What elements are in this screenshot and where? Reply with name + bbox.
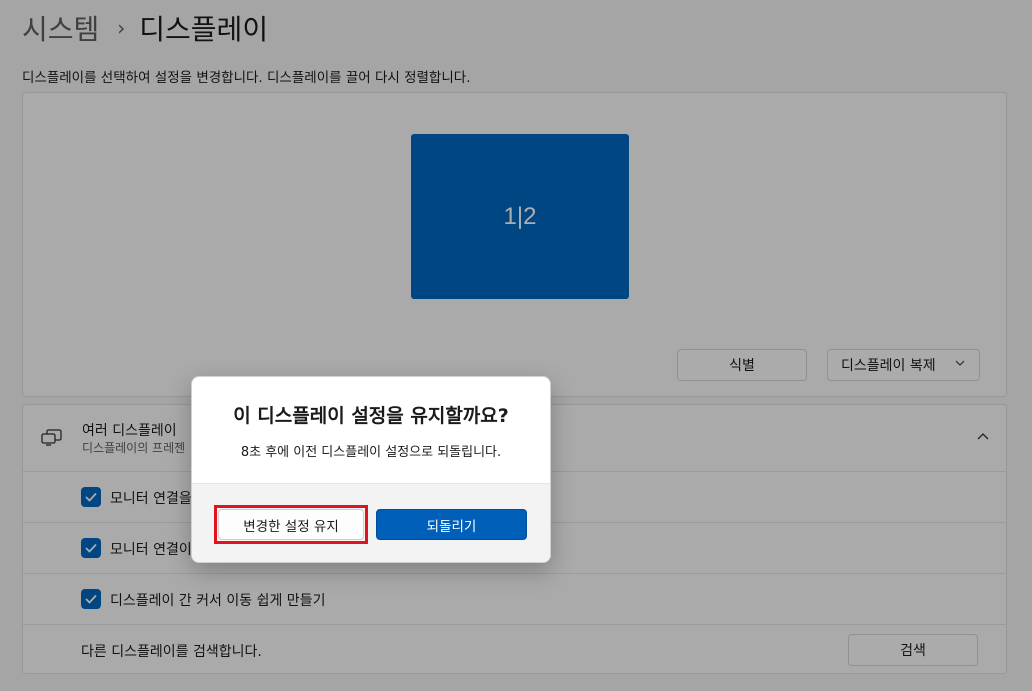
display-settings-page: 시스템 › 디스플레이 디스플레이를 선택하여 설정을 변경합니다. 디스플레이… <box>0 0 1032 691</box>
keep-settings-dialog: 이 디스플레이 설정을 유지할까요? 8초 후에 이전 디스플레이 설정으로 되… <box>191 376 551 563</box>
dialog-title: 이 디스플레이 설정을 유지할까요? <box>233 405 509 427</box>
dialog-message: 8초 후에 이전 디스플레이 설정으로 되돌립니다. <box>240 445 502 460</box>
revert-button[interactable]: 되돌리기 <box>376 509 527 540</box>
modal-overlay <box>0 0 1032 691</box>
dialog-footer: 변경한 설정 유지 되돌리기 <box>192 483 550 562</box>
keep-changes-button[interactable]: 변경한 설정 유지 <box>218 509 364 540</box>
